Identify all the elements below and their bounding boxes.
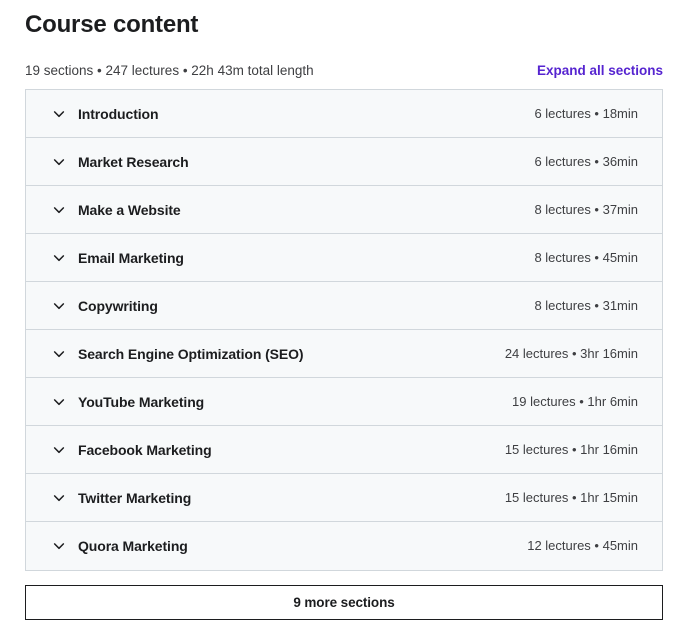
section-title: Market Research bbox=[78, 153, 189, 170]
chevron-down-icon bbox=[51, 250, 67, 266]
chevron-down-icon bbox=[51, 490, 67, 506]
section-row[interactable]: Quora Marketing 12 lectures • 45min bbox=[26, 522, 662, 570]
section-title: Make a Website bbox=[78, 201, 181, 218]
page-title: Course content bbox=[25, 11, 199, 38]
section-row[interactable]: Search Engine Optimization (SEO) 24 lect… bbox=[26, 330, 662, 378]
section-meta: 15 lectures • 1hr 16min bbox=[504, 441, 638, 457]
section-row[interactable]: Copywriting 8 lectures • 31min bbox=[26, 282, 662, 330]
section-meta: 8 lectures • 45min bbox=[534, 249, 638, 265]
chevron-down-icon bbox=[51, 442, 67, 458]
more-sections-button[interactable]: 9 more sections bbox=[25, 585, 663, 620]
section-row[interactable]: Email Marketing 8 lectures • 45min bbox=[26, 234, 662, 282]
section-meta: 19 lectures • 1hr 6min bbox=[512, 393, 638, 409]
section-row[interactable]: YouTube Marketing 19 lectures • 1hr 6min bbox=[26, 378, 662, 426]
section-title: Copywriting bbox=[78, 297, 158, 314]
course-summary-text: 19 sections • 247 lectures • 22h 43m tot… bbox=[25, 63, 314, 78]
section-meta: 6 lectures • 36min bbox=[534, 153, 638, 169]
course-content-panel: Course content 19 sections • 247 lecture… bbox=[0, 0, 689, 632]
section-title: Introduction bbox=[78, 105, 159, 122]
section-title: Search Engine Optimization (SEO) bbox=[78, 345, 304, 362]
chevron-down-icon bbox=[51, 154, 67, 170]
sections-list: Introduction 6 lectures • 18min Market R… bbox=[25, 89, 663, 571]
section-title: Email Marketing bbox=[78, 249, 184, 266]
section-row[interactable]: Make a Website 8 lectures • 37min bbox=[26, 186, 662, 234]
section-row[interactable]: Twitter Marketing 15 lectures • 1hr 15mi… bbox=[26, 474, 662, 522]
chevron-down-icon bbox=[51, 298, 67, 314]
section-row[interactable]: Introduction 6 lectures • 18min bbox=[26, 90, 662, 138]
section-title: Quora Marketing bbox=[78, 538, 188, 554]
section-meta: 8 lectures • 31min bbox=[534, 297, 638, 313]
chevron-down-icon bbox=[51, 538, 67, 554]
chevron-down-icon bbox=[51, 394, 67, 410]
section-title: Facebook Marketing bbox=[78, 441, 212, 458]
course-summary-row: 19 sections • 247 lectures • 22h 43m tot… bbox=[25, 62, 663, 80]
section-meta: 24 lectures • 3hr 16min bbox=[504, 345, 638, 361]
section-meta: 15 lectures • 1hr 15min bbox=[504, 489, 638, 505]
section-title: YouTube Marketing bbox=[78, 393, 205, 410]
section-meta: 8 lectures • 37min bbox=[534, 201, 638, 217]
expand-all-sections-link[interactable]: Expand all sections bbox=[537, 62, 663, 80]
chevron-down-icon bbox=[51, 202, 67, 218]
section-meta: 6 lectures • 18min bbox=[534, 105, 638, 121]
section-meta: 12 lectures • 45min bbox=[527, 538, 638, 553]
section-row[interactable]: Facebook Marketing 15 lectures • 1hr 16m… bbox=[26, 426, 662, 474]
chevron-down-icon bbox=[51, 346, 67, 362]
section-row[interactable]: Market Research 6 lectures • 36min bbox=[26, 138, 662, 186]
section-title: Twitter Marketing bbox=[78, 489, 192, 506]
chevron-down-icon bbox=[51, 106, 67, 122]
